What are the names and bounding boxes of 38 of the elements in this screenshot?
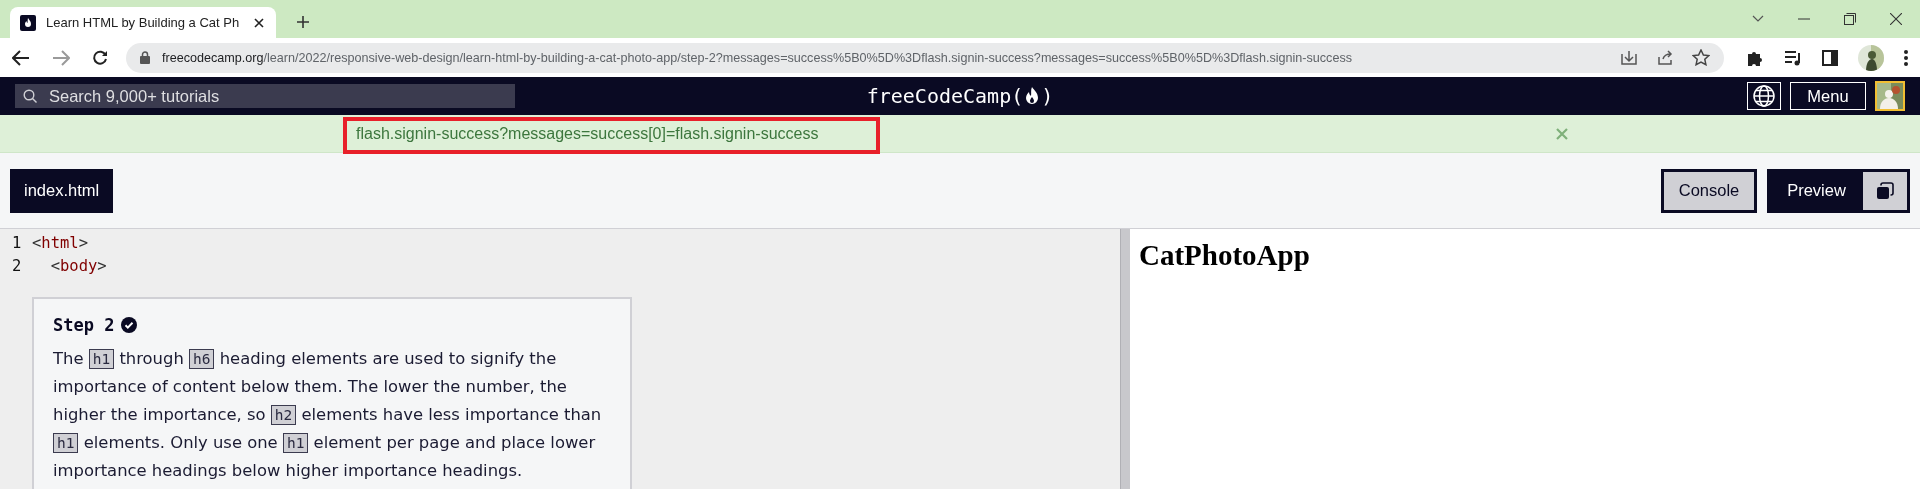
star-icon[interactable]: [1692, 49, 1710, 66]
flash-message: flash.signin-success?messages=success[0]=flash.signin-success: [356, 124, 819, 143]
logo-paren: (: [1011, 84, 1024, 108]
logo-text: freeCodeCamp: [866, 84, 1012, 108]
back-icon[interactable]: [12, 49, 30, 66]
logo-paren: ): [1041, 84, 1054, 108]
flame-icon: [1025, 86, 1040, 106]
preview-heading: CatPhotoApp: [1139, 239, 1311, 272]
menu-button[interactable]: Menu: [1790, 82, 1866, 110]
file-tab[interactable]: index.html: [10, 168, 114, 213]
close-icon[interactable]: [254, 17, 264, 28]
flame-icon: [20, 14, 36, 31]
line-number: 2: [11, 256, 23, 275]
lock-icon: [140, 51, 150, 64]
share-icon[interactable]: [1656, 49, 1674, 66]
search-field[interactable]: Search 9,000+ tutorials: [15, 84, 515, 108]
windows-icon: [1876, 181, 1894, 200]
side-panel-icon[interactable]: [1822, 49, 1838, 66]
popout-button[interactable]: [1863, 171, 1907, 210]
restore-icon[interactable]: [1844, 13, 1856, 25]
step-title: Step 2: [53, 315, 115, 335]
new-tab-icon[interactable]: [296, 15, 310, 29]
line-number: 1: [11, 233, 23, 252]
globe-icon: [1753, 85, 1775, 107]
preview-button[interactable]: Preview: [1770, 171, 1863, 210]
close-icon[interactable]: [1890, 13, 1902, 25]
media-list-icon[interactable]: [1784, 49, 1802, 66]
chevron-down-icon[interactable]: [1752, 15, 1764, 23]
address-field[interactable]: freecodecamp.org/learn/2022/responsive-web-design/learn-html-by-building-a-cat-photo-app/step-2?messages=success%5B0%5D%3Dflash.signin-success?messages=success%5B0%5D%3Dflash.signin-success: [126, 42, 1724, 73]
install-icon[interactable]: [1620, 49, 1638, 66]
console-button[interactable]: Console: [1661, 168, 1757, 213]
more-icon[interactable]: [1904, 49, 1908, 66]
language-button[interactable]: [1747, 82, 1781, 110]
code-line: <body>: [49, 256, 107, 275]
browser-tab[interactable]: Learn HTML by Building a Cat Ph: [10, 7, 276, 38]
code-line: <html>: [32, 233, 88, 252]
instruction-text: The h1 through h6 heading elements are used to signify the importance of content below them. The lower the number, the higher the importance, so h2 elements have less importance than h1 elements. Only use one h1 element per page and place lower importance headings below higher importance headings.: [53, 348, 603, 483]
reload-icon[interactable]: [92, 49, 108, 66]
